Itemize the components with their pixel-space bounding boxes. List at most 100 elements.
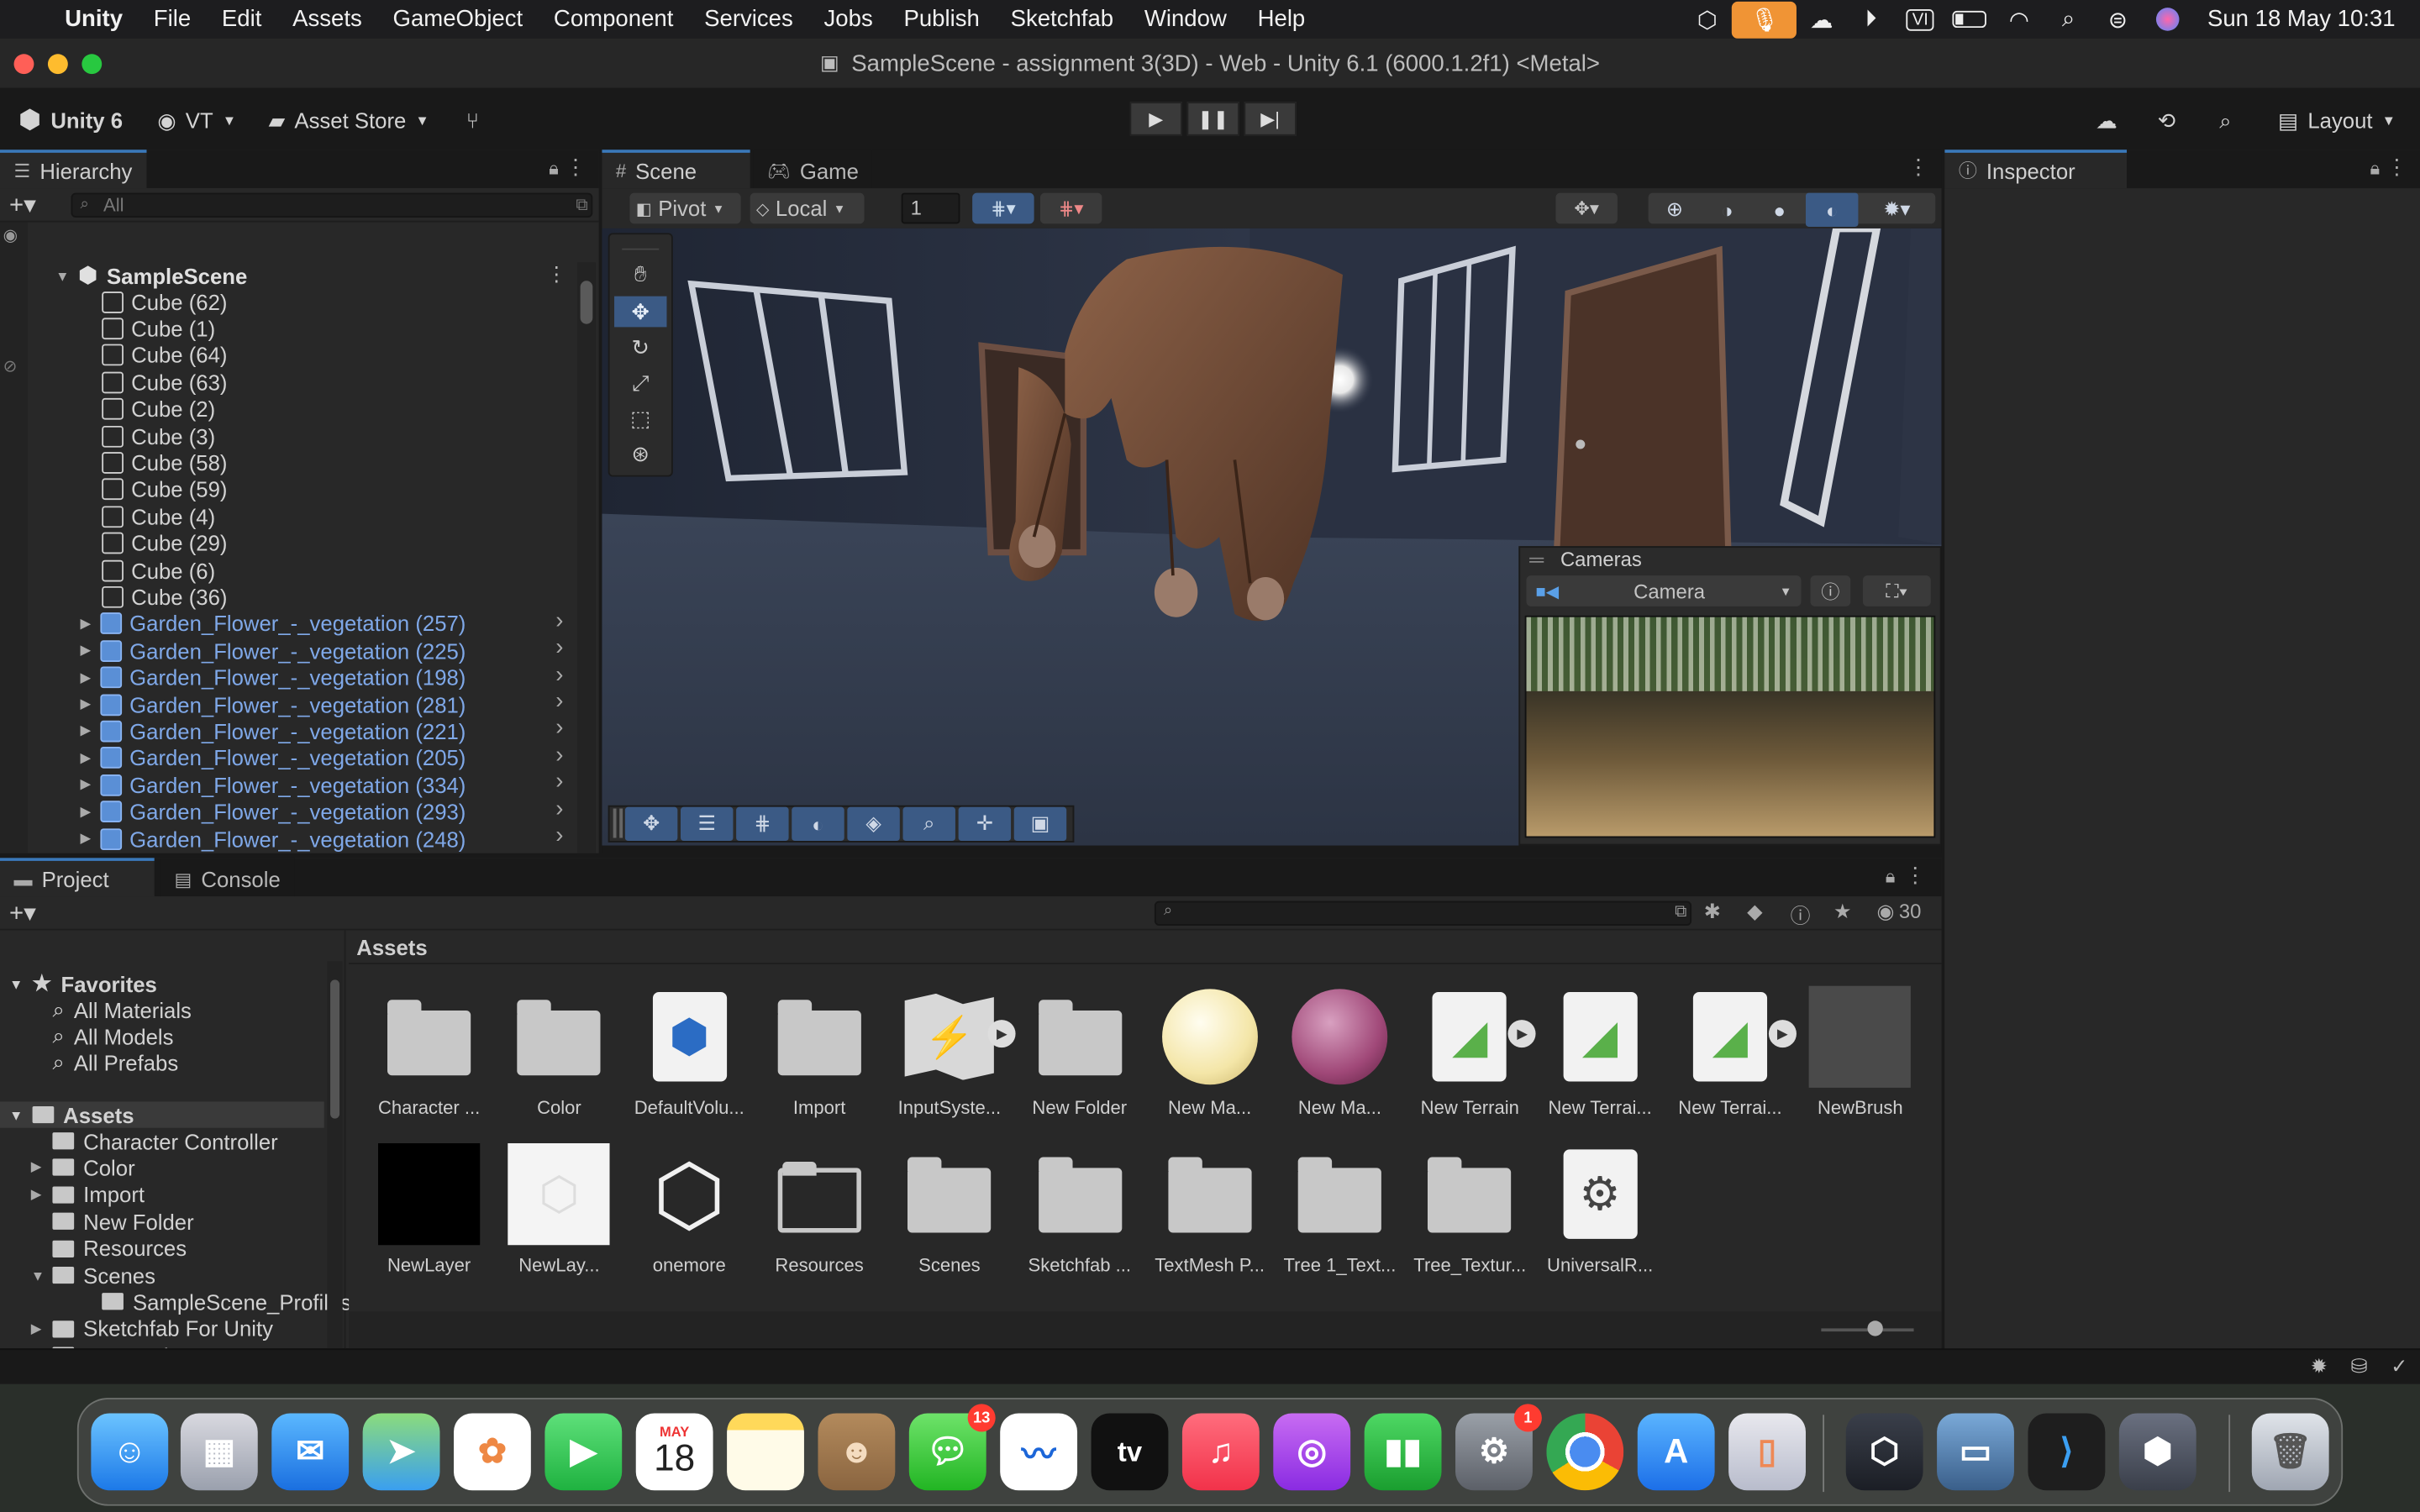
open-prefab-chevron-icon[interactable]: › bbox=[555, 607, 563, 633]
menu-help[interactable]: Help bbox=[1242, 6, 1320, 32]
asset-item[interactable]: ◢ ▶ New Terrain bbox=[1407, 986, 1537, 1119]
apple-tv-icon[interactable]: tv bbox=[1091, 1413, 1169, 1491]
rect-tool[interactable]: ⬚ bbox=[614, 402, 666, 433]
grid-overlay-button[interactable]: ⋕ bbox=[736, 806, 789, 842]
scene-more-icon[interactable]: ⋮ bbox=[546, 262, 566, 286]
camera-select[interactable]: ■◀ Camera ▼ bbox=[1526, 575, 1802, 606]
hierarchy-object-row[interactable]: Cube (3) bbox=[102, 423, 215, 449]
pivot-dropdown[interactable]: ◧ Pivot ▼ bbox=[629, 192, 741, 224]
gizmo-tools-toggle[interactable]: ✥▾ bbox=[1555, 192, 1618, 224]
tree-scrollbar[interactable] bbox=[327, 961, 343, 1349]
unity-account-button[interactable]: ⬢ Unity 6 bbox=[9, 102, 132, 139]
open-prefab-chevron-icon[interactable]: › bbox=[555, 742, 563, 768]
scroll-thumb[interactable] bbox=[330, 979, 340, 1119]
favorites-row[interactable]: ▼ ★ Favorites bbox=[9, 970, 157, 996]
launchpad-icon[interactable]: ▦ bbox=[180, 1413, 258, 1491]
open-prefab-chevron-icon[interactable]: › bbox=[555, 822, 563, 848]
hierarchy-prefab-row[interactable]: ▶ Garden_Flower_-_vegetation (334) bbox=[81, 772, 466, 798]
chrome-icon[interactable] bbox=[1546, 1413, 1624, 1491]
input-source-icon[interactable]: VI bbox=[1896, 0, 1945, 39]
expand-arrow-icon[interactable]: ▶ bbox=[81, 776, 92, 793]
move-tool[interactable]: ✥ bbox=[614, 296, 667, 328]
lit-button[interactable]: ◐ bbox=[1805, 192, 1859, 228]
maps-icon[interactable]: ➤ bbox=[362, 1413, 440, 1491]
creative-cloud-icon[interactable]: ☁ bbox=[1797, 0, 1846, 39]
hierarchy-object-row[interactable]: Cube (4) bbox=[102, 503, 215, 529]
menu-services[interactable]: Services bbox=[689, 6, 808, 32]
wifi-icon[interactable]: ◠ bbox=[1994, 0, 2044, 39]
expand-asset-icon[interactable]: ▶ bbox=[1508, 1020, 1537, 1048]
scale-tool[interactable]: ⤢ bbox=[614, 367, 666, 398]
grid-size-input[interactable]: 1 bbox=[901, 192, 960, 224]
asset-item[interactable]: ⬡ NewLay... bbox=[496, 1143, 623, 1276]
asset-item[interactable]: Sketchfab ... bbox=[1016, 1143, 1143, 1276]
expand-arrow-icon[interactable]: ▶ bbox=[81, 722, 92, 739]
align-button[interactable]: ☰ bbox=[681, 806, 734, 842]
menu-gameobject[interactable]: GameObject bbox=[377, 6, 538, 32]
local-dropdown[interactable]: ◇ Local ▼ bbox=[750, 192, 865, 224]
expand-asset-icon[interactable]: ▶ bbox=[1768, 1020, 1797, 1048]
hierarchy-prefab-row[interactable]: ▶ Garden_Flower_-_vegetation (257) bbox=[81, 611, 466, 637]
asset-item[interactable]: ◢ ▶ New Terrai... bbox=[1667, 986, 1797, 1119]
expand-arrow-icon[interactable]: ▼ bbox=[31, 1268, 53, 1283]
iphone-mirroring-icon[interactable]: ▯ bbox=[1728, 1413, 1806, 1491]
scroll-thumb[interactable] bbox=[580, 281, 593, 324]
overlay-drag-handle[interactable] bbox=[622, 234, 660, 250]
visibility-eye-icon[interactable]: ◉ bbox=[3, 225, 18, 245]
expand-arrow-icon[interactable]: ▶ bbox=[31, 1320, 53, 1337]
increment-snap-toggle[interactable]: ⋕▾ bbox=[1039, 192, 1102, 224]
more-options-icon[interactable]: ⋮ bbox=[1907, 155, 1929, 181]
rotate-tool[interactable]: ↻ bbox=[614, 332, 666, 363]
lock-icon[interactable]: 🔒︎ bbox=[2370, 157, 2381, 181]
unity-hub-icon[interactable]: ⬡ bbox=[1845, 1413, 1923, 1491]
cameras-overlay-header[interactable]: ═ Cameras bbox=[1520, 548, 1940, 572]
overlay-drag-handle[interactable]: ‖ bbox=[610, 800, 627, 845]
photos-icon[interactable]: ✿ bbox=[454, 1413, 531, 1491]
tree-folder-row[interactable]: ▶ Import bbox=[31, 1182, 145, 1208]
asset-item[interactable]: ⚙ UniversalR... bbox=[1537, 1143, 1664, 1276]
scene-root-row[interactable]: ▼ ⬢ SampleScene bbox=[55, 262, 247, 288]
scene-viewport[interactable]: ✋︎ ✥ ↻ ⤢ ⬚ ⊛ ═ Cameras ■◀ Camera ▼ ⓘ ⛶▾ … bbox=[602, 228, 1942, 846]
tab-hierarchy[interactable]: ☰ Hierarchy bbox=[0, 150, 146, 189]
finder-icon[interactable]: ☺ bbox=[91, 1413, 169, 1491]
asset-store-dropdown[interactable]: ▰ Asset Store ▼ bbox=[260, 102, 439, 139]
grid-snap-toggle[interactable]: ⋕▾ bbox=[972, 192, 1034, 224]
hierarchy-scrollbar[interactable] bbox=[576, 262, 596, 853]
expand-arrow-icon[interactable]: ▶ bbox=[81, 830, 92, 847]
tab-console[interactable]: ▤ Console bbox=[160, 858, 295, 897]
step-button[interactable]: ▶| bbox=[1244, 102, 1297, 136]
filter-by-type-icon[interactable]: ✱ bbox=[1704, 900, 1721, 924]
hierarchy-object-row[interactable]: Cube (6) bbox=[102, 557, 215, 583]
music-icon[interactable]: ♫ bbox=[1181, 1413, 1260, 1491]
hierarchy-prefab-row[interactable]: ▶ Garden_Flower_-_vegetation (248) bbox=[81, 826, 466, 852]
play-button[interactable]: ▶ bbox=[1129, 102, 1182, 136]
hierarchy-object-row[interactable]: Cube (1) bbox=[102, 315, 215, 341]
tree-folder-row[interactable]: ▶TextMesh Pro bbox=[31, 1342, 215, 1349]
tab-project[interactable]: ▬ Project bbox=[0, 858, 155, 897]
move-tool-overlay[interactable]: ✥ bbox=[624, 806, 678, 842]
check-circle-icon[interactable]: ✓ bbox=[2391, 1355, 2407, 1379]
asset-item[interactable]: ⬢ DefaultVolu... bbox=[626, 986, 753, 1119]
spotlight-search-icon[interactable]: ⌕ bbox=[2044, 0, 2093, 39]
camera-view-button[interactable]: ⛶▾ bbox=[1862, 575, 1931, 606]
open-prefab-chevron-icon[interactable]: › bbox=[555, 688, 563, 714]
open-prefab-chevron-icon[interactable]: › bbox=[555, 795, 563, 822]
debug-bug-icon[interactable]: ✹ bbox=[2311, 1355, 2328, 1379]
hierarchy-object-row[interactable]: Cube (62) bbox=[102, 288, 227, 314]
camera-overlay-button[interactable]: ▣ bbox=[1013, 806, 1067, 842]
orientation-button[interactable]: ✛ bbox=[958, 806, 1012, 842]
minimize-window-button[interactable] bbox=[47, 54, 68, 75]
open-prefab-chevron-icon[interactable]: › bbox=[555, 661, 563, 687]
hierarchy-prefab-row[interactable]: ▶ Garden_Flower_-_vegetation (225) bbox=[81, 638, 466, 664]
battery-icon[interactable] bbox=[1945, 0, 1995, 39]
favorite-star-icon[interactable]: ★ bbox=[1833, 900, 1851, 924]
hierarchy-object-row[interactable]: Cube (63) bbox=[102, 369, 227, 395]
asset-item[interactable]: ◢ New Terrai... bbox=[1537, 986, 1664, 1119]
layout-dropdown[interactable]: ▤ Layout ▼ bbox=[2269, 102, 2405, 139]
wireframe-shaded-button[interactable]: ◑ bbox=[1701, 193, 1753, 227]
hierarchy-prefab-row[interactable]: ▶ Garden_Flower_-_vegetation (281) bbox=[81, 691, 466, 717]
open-prefab-chevron-icon[interactable]: › bbox=[555, 849, 563, 853]
warning-filter-icon[interactable]: ⓘ bbox=[1791, 900, 1811, 929]
expand-arrow-icon[interactable]: ▶ bbox=[31, 1186, 53, 1203]
tree-folder-row[interactable]: SampleScene_Profiles bbox=[81, 1289, 351, 1315]
